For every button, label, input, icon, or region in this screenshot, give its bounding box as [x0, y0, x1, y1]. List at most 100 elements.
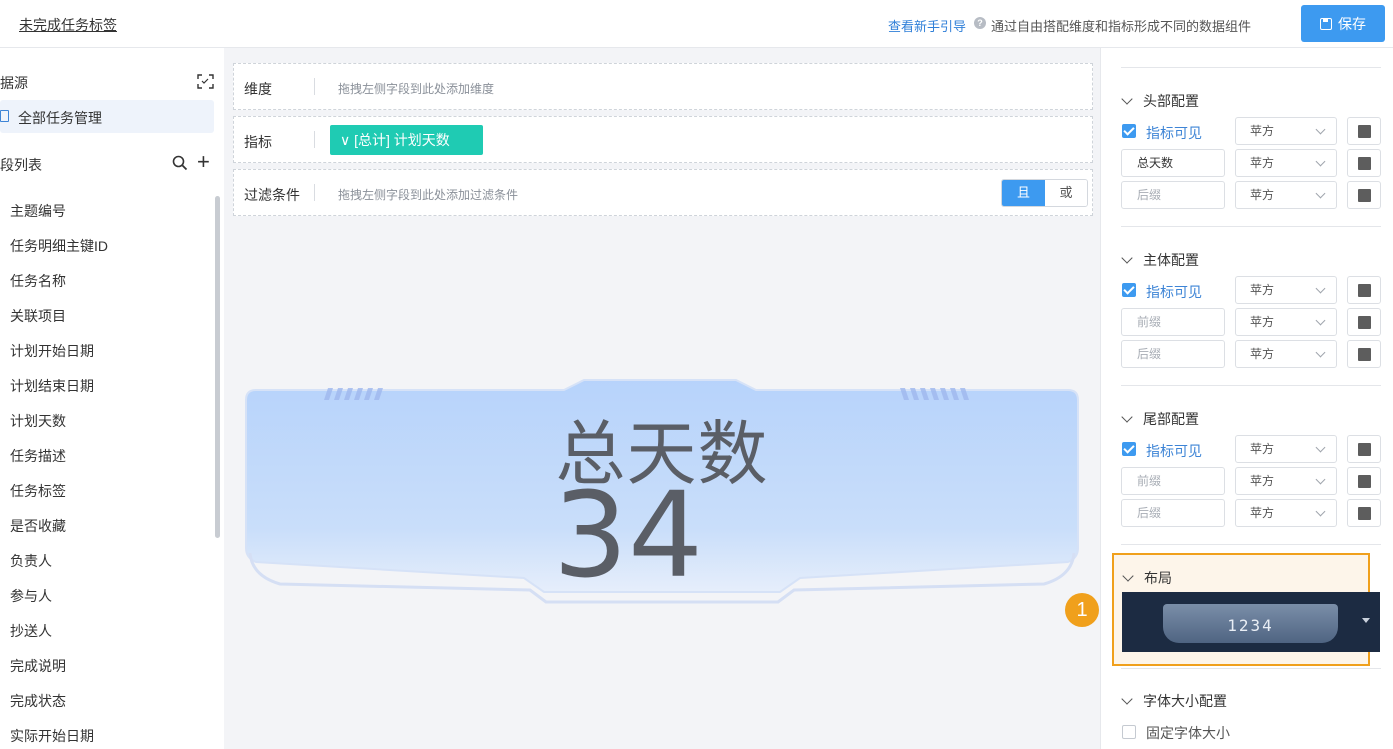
header-suffix-input[interactable]: 后缀: [1121, 181, 1225, 209]
body-config-toggle[interactable]: 主体配置: [1121, 250, 1199, 270]
metric-card: 总天数 34: [240, 378, 1084, 608]
layout-toggle[interactable]: 布局: [1122, 568, 1172, 588]
body-font-select-2[interactable]: 苹方: [1235, 308, 1337, 336]
dimension-label: 维度: [244, 81, 272, 97]
footer-prefix-input[interactable]: 前缀: [1121, 467, 1225, 495]
header-config-toggle[interactable]: 头部配置: [1121, 91, 1199, 111]
body-prefix-row: 前缀 苹方: [1121, 308, 1381, 336]
field-item[interactable]: 是否收藏: [0, 509, 210, 544]
header-visible-row: 指标可见 苹方: [1121, 117, 1381, 145]
footer-config-title: 尾部配置: [1143, 411, 1199, 427]
layout-preview-value: 1234: [1163, 604, 1338, 643]
field-item[interactable]: 抄送人: [0, 614, 210, 649]
header-font-select-1[interactable]: 苹方: [1235, 117, 1337, 145]
font-select-value: 苹方: [1250, 506, 1275, 520]
datasource-item[interactable]: 全部任务管理: [0, 100, 214, 133]
field-item[interactable]: 任务标签: [0, 474, 210, 509]
font-select-value: 苹方: [1250, 156, 1275, 170]
footer-suffix-input[interactable]: 后缀: [1121, 499, 1225, 527]
help-icon[interactable]: ?: [974, 17, 986, 29]
field-item[interactable]: 负责人: [0, 544, 210, 579]
header-color-picker-2[interactable]: [1347, 149, 1381, 177]
header-config-title: 头部配置: [1143, 93, 1199, 109]
filter-row[interactable]: 过滤条件 拖拽左侧字段到此处添加过滤条件 且 或: [233, 169, 1093, 216]
chevron-down-icon: [1315, 156, 1326, 167]
field-item[interactable]: 参与人: [0, 579, 210, 614]
document-icon: [0, 110, 9, 122]
field-item[interactable]: 任务描述: [0, 439, 210, 474]
field-item[interactable]: 关联项目: [0, 299, 210, 334]
body-prefix-input[interactable]: 前缀: [1121, 308, 1225, 336]
header-label-input[interactable]: 总天数: [1121, 149, 1225, 177]
body-color-picker-3[interactable]: [1347, 340, 1381, 368]
metric-label: 指标: [244, 134, 272, 150]
header-label-row: 总天数 苹方: [1121, 149, 1381, 177]
field-item[interactable]: 计划结束日期: [0, 369, 210, 404]
field-item[interactable]: 完成说明: [0, 649, 210, 684]
body-suffix-row: 后缀 苹方: [1121, 340, 1381, 368]
field-item[interactable]: 计划开始日期: [0, 334, 210, 369]
footer-config-toggle[interactable]: 尾部配置: [1121, 409, 1199, 429]
footer-color-picker-2[interactable]: [1347, 467, 1381, 495]
logic-and-button[interactable]: 且: [1002, 180, 1045, 206]
guide-link[interactable]: 查看新手引导: [888, 16, 966, 35]
chevron-down-icon: [1121, 693, 1133, 705]
header-color-picker-1[interactable]: [1347, 117, 1381, 145]
field-item[interactable]: 完成状态: [0, 684, 210, 719]
footer-visible-label[interactable]: 指标可见: [1146, 441, 1202, 461]
fixed-font-size-label[interactable]: 固定字体大小: [1146, 723, 1230, 743]
field-item[interactable]: 实际开始日期: [0, 719, 210, 749]
add-field-icon[interactable]: +: [197, 151, 210, 173]
footer-color-picker-3[interactable]: [1347, 499, 1381, 527]
footer-font-select-1[interactable]: 苹方: [1235, 435, 1337, 463]
header-font-select-3[interactable]: 苹方: [1235, 181, 1337, 209]
body-font-select-1[interactable]: 苹方: [1235, 276, 1337, 304]
chevron-down-icon: [1315, 188, 1326, 199]
field-item[interactable]: 任务明细主键ID: [0, 229, 210, 264]
header-visible-checkbox[interactable]: [1122, 124, 1136, 138]
field-item[interactable]: 任务名称: [0, 264, 210, 299]
footer-font-select-2[interactable]: 苹方: [1235, 467, 1337, 495]
sidebar-scrollbar[interactable]: [215, 196, 220, 538]
save-button[interactable]: 保存: [1301, 5, 1385, 42]
header-color-picker-3[interactable]: [1347, 181, 1381, 209]
save-button-label: 保存: [1338, 15, 1366, 32]
header-visible-label[interactable]: 指标可见: [1146, 123, 1202, 143]
caret-down-icon: [1362, 618, 1370, 623]
page-title[interactable]: 未完成任务标签: [19, 15, 117, 35]
footer-prefix-row: 前缀 苹方: [1121, 467, 1381, 495]
body-visible-label[interactable]: 指标可见: [1146, 282, 1202, 302]
metric-chip[interactable]: ∨ [总计] 计划天数: [330, 125, 483, 155]
fixed-font-size-checkbox[interactable]: [1122, 725, 1136, 739]
font-select-value: 苹方: [1250, 347, 1275, 361]
font-select-value: 苹方: [1250, 188, 1275, 202]
footer-color-picker-1[interactable]: [1347, 435, 1381, 463]
body-visible-checkbox[interactable]: [1122, 283, 1136, 297]
body-color-picker-2[interactable]: [1347, 308, 1381, 336]
step-badge: 1: [1065, 593, 1099, 627]
field-item[interactable]: 主题编号: [0, 194, 210, 229]
body-font-select-3[interactable]: 苹方: [1235, 340, 1337, 368]
layout-preview-select[interactable]: 1234: [1122, 592, 1380, 652]
footer-visible-checkbox[interactable]: [1122, 442, 1136, 456]
font-select-value: 苹方: [1250, 442, 1275, 456]
body-config-title: 主体配置: [1143, 252, 1199, 268]
top-bar: 未完成任务标签 查看新手引导 ? 通过自由搭配维度和指标形成不同的数据组件 保存: [0, 0, 1393, 48]
font-select-value: 苹方: [1250, 315, 1275, 329]
chevron-down-icon: [1122, 570, 1134, 582]
field-item[interactable]: 计划天数: [0, 404, 210, 439]
card-value: 34: [552, 466, 704, 604]
header-font-select-2[interactable]: 苹方: [1235, 149, 1337, 177]
footer-font-select-3[interactable]: 苹方: [1235, 499, 1337, 527]
dimension-row[interactable]: 维度 拖拽左侧字段到此处添加维度: [233, 63, 1093, 110]
body-suffix-input[interactable]: 后缀: [1121, 340, 1225, 368]
metric-chip-label: [总计] 计划天数: [354, 132, 450, 148]
font-size-config-toggle[interactable]: 字体大小配置: [1121, 691, 1227, 711]
logic-or-button[interactable]: 或: [1045, 180, 1087, 206]
body-color-picker-1[interactable]: [1347, 276, 1381, 304]
divider: [314, 78, 315, 95]
metric-row[interactable]: 指标 ∨ [总计] 计划天数: [233, 116, 1093, 163]
switch-datasource-icon[interactable]: [197, 73, 214, 90]
search-icon[interactable]: [172, 155, 188, 171]
chevron-down-icon: [1121, 411, 1133, 423]
